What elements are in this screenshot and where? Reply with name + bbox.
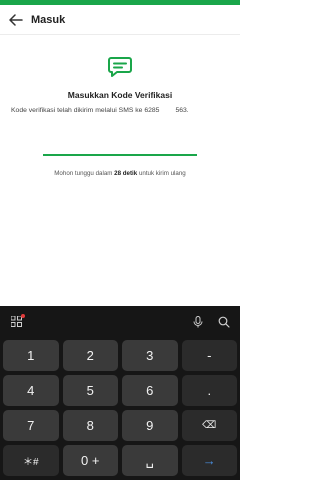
description-suffix: 563. [175,107,189,114]
grid-icon[interactable] [11,316,22,327]
key-3[interactable]: 3 [122,340,178,371]
chat-bubble-icon [108,57,132,77]
key-8[interactable]: 8 [62,410,118,441]
numeric-keyboard: 1 2 3 - 4 5 6 . 7 8 9 ⌫ ＊# 0 + ␣ → [0,306,240,480]
countdown-value: 28 detik [114,170,138,177]
key-zero-plus[interactable]: 0 + [62,445,118,476]
key-2[interactable]: 2 [62,340,118,371]
search-icon[interactable] [218,316,230,328]
resend-countdown: Mohon tunggu dalam 28 detik untuk kirim … [0,170,240,177]
mic-icon[interactable] [193,316,203,328]
key-grid: 1 2 3 - 4 5 6 . 7 8 9 ⌫ ＊# 0 + ␣ → [3,340,237,476]
space-key[interactable]: ␣ [122,445,178,476]
key-5[interactable]: 5 [62,375,118,406]
enter-key[interactable]: → [181,445,237,476]
countdown-suffix: untuk kirim ulang [138,170,186,177]
key-7[interactable]: 7 [3,410,59,441]
key-dot[interactable]: . [181,375,237,406]
verification-panel: Masukkan Kode Verifikasi Kode verifikasi… [0,36,240,306]
key-1[interactable]: 1 [3,340,59,371]
key-6[interactable]: 6 [122,375,178,406]
key-4[interactable]: 4 [3,375,59,406]
countdown-prefix: Mohon tunggu dalam [54,170,113,177]
notification-dot [21,314,25,318]
app-header: Masuk [0,5,240,35]
description-prefix: Kode verifikasi telah dikirim melalui SM… [11,107,160,114]
page-title: Masuk [31,13,66,26]
keyboard-toolbar [0,306,240,338]
key-star-hash[interactable]: ＊# [3,445,59,476]
arrow-left-icon [9,13,23,26]
otp-input[interactable] [43,154,197,156]
verification-title: Masukkan Kode Verifikasi [67,90,173,100]
key-minus[interactable]: - [181,340,237,371]
key-9[interactable]: 9 [122,410,178,441]
backspace-key[interactable]: ⌫ [181,410,237,441]
back-button[interactable] [1,5,31,35]
verification-description: Kode verifikasi telah dikirim melalui SM… [11,107,189,114]
